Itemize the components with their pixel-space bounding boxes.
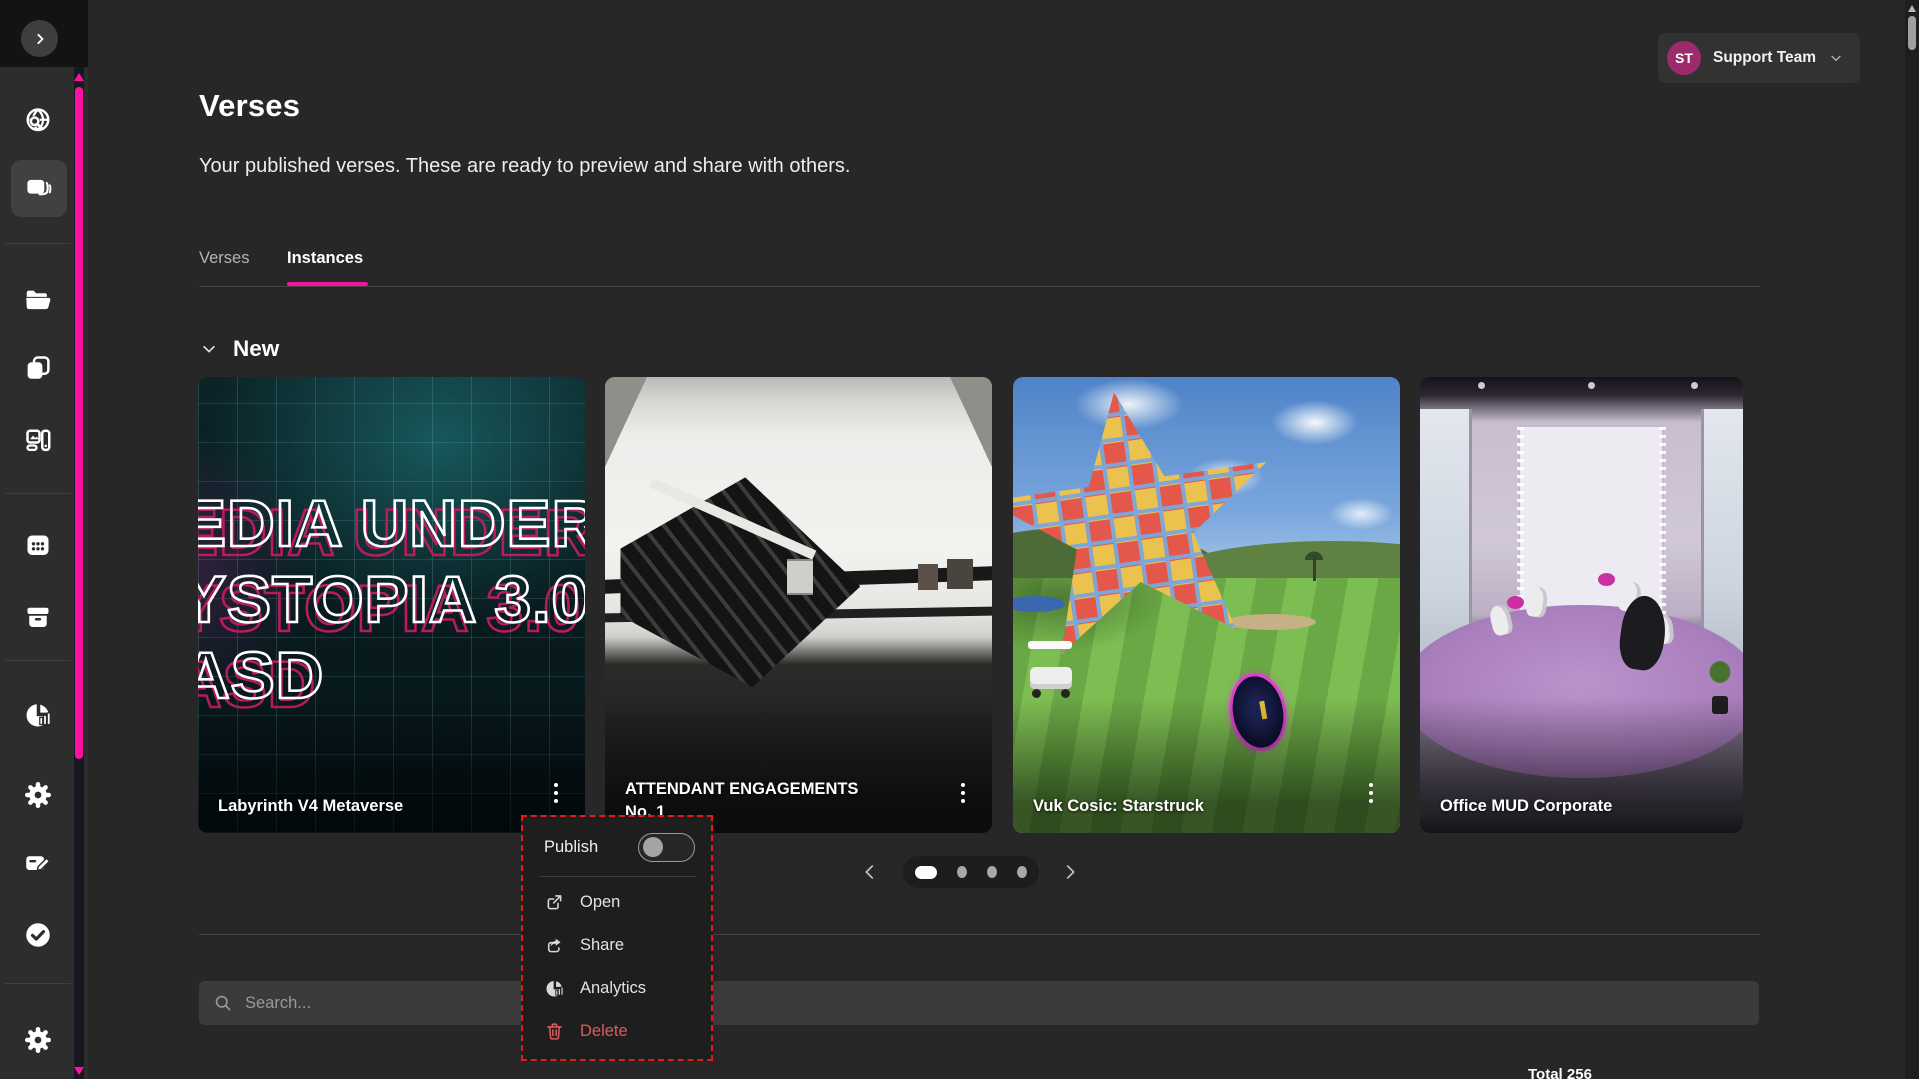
page-scrollbar-thumb[interactable] <box>1908 16 1916 50</box>
search-bar[interactable] <box>199 981 1759 1025</box>
scroll-down-arrow-icon[interactable] <box>74 1067 84 1075</box>
sidebar-item-tasks[interactable] <box>10 909 66 961</box>
sidebar-item-archive[interactable] <box>10 591 66 643</box>
gear-icon <box>23 1025 53 1055</box>
art-text-line: YSTOPIA 3.0 <box>198 561 585 637</box>
publish-label: Publish <box>544 838 598 857</box>
chevron-left-icon <box>859 861 881 883</box>
section-divider <box>199 934 1760 935</box>
share-icon <box>544 935 565 956</box>
calendar-dots-icon <box>23 530 53 560</box>
check-circle-icon <box>23 920 53 950</box>
toggle-knob <box>643 837 663 857</box>
context-menu-item-analytics[interactable]: Analytics <box>523 967 711 1010</box>
publish-toggle[interactable] <box>638 833 695 862</box>
sidebar-item-folder[interactable] <box>10 274 66 326</box>
card-context-menu: Publish Open Share <box>521 815 713 1061</box>
section-header-new[interactable]: New <box>200 336 279 362</box>
media-layout-icon <box>23 425 53 455</box>
context-menu-item-delete[interactable]: Delete <box>523 1010 711 1053</box>
sidebar-divider <box>5 493 71 494</box>
scroll-up-arrow-icon[interactable] <box>1908 5 1916 12</box>
card-kebab-menu-button[interactable] <box>547 783 565 809</box>
sidebar-scrollbar[interactable] <box>74 67 84 1079</box>
sidebar <box>0 0 88 1079</box>
scroll-up-arrow-icon[interactable] <box>74 73 84 81</box>
context-menu-divider <box>539 876 696 877</box>
sidebar-item-copies[interactable] <box>10 342 66 394</box>
sidebar-divider <box>5 660 71 661</box>
section-label: New <box>233 336 279 362</box>
page-dot-2[interactable] <box>957 866 967 878</box>
carousel-next-button[interactable] <box>1056 858 1084 886</box>
verse-card-starstruck[interactable]: Vuk Cosic: Starstruck <box>1013 377 1400 833</box>
sidebar-scrollbar-thumb[interactable] <box>75 87 83 759</box>
card-kebab-menu-button[interactable] <box>954 783 972 809</box>
card-title: Vuk Cosic: Starstruck <box>1033 795 1204 817</box>
sidebar-item-analytics[interactable] <box>10 689 66 741</box>
pie-chart-icon <box>23 700 53 730</box>
context-menu-publish-row: Publish <box>523 821 711 874</box>
sidebar-item-admin-settings[interactable] <box>10 1014 66 1066</box>
card-title: Office MUD Corporate <box>1440 795 1612 817</box>
archive-box-icon <box>23 602 53 632</box>
verse-card-labyrinth[interactable]: EDIA UNDER YSTOPIA 3.0 ASD Labyrinth V4 … <box>198 377 585 833</box>
account-menu-button[interactable]: ST Support Team <box>1658 33 1860 83</box>
avatar-initials: ST <box>1675 50 1693 66</box>
sidebar-item-card-edit[interactable] <box>10 837 66 889</box>
trash-icon <box>544 1021 565 1042</box>
sidebar-item-verses[interactable] <box>10 162 66 214</box>
sidebar-expand-button[interactable] <box>21 20 58 57</box>
avatar: ST <box>1667 41 1701 75</box>
card-edit-icon <box>23 848 53 878</box>
gear-icon <box>23 780 53 810</box>
page-subtitle: Your published verses. These are ready t… <box>199 155 850 178</box>
page-dot-3[interactable] <box>987 866 997 878</box>
context-menu-item-open[interactable]: Open <box>523 881 711 924</box>
carousel-prev-button[interactable] <box>856 858 884 886</box>
tab-instances[interactable]: Instances <box>287 249 363 268</box>
tab-verses[interactable]: Verses <box>199 249 249 268</box>
copies-icon <box>23 353 53 383</box>
context-menu-item-share[interactable]: Share <box>523 924 711 967</box>
verse-card-attendant[interactable]: ATTENDANT ENGAGEMENTS No. 1 <box>605 377 992 833</box>
sidebar-divider <box>5 243 71 244</box>
sidebar-item-discover[interactable] <box>10 95 66 147</box>
globe-search-icon <box>23 106 53 136</box>
carousel-page-dots <box>903 856 1039 888</box>
chevron-down-icon <box>200 340 218 358</box>
chevron-right-icon <box>30 29 50 49</box>
menu-item-label: Share <box>580 936 624 955</box>
external-link-icon <box>544 892 565 913</box>
verse-card-office-mud[interactable]: Office MUD Corporate <box>1420 377 1743 833</box>
search-input[interactable] <box>245 994 1745 1013</box>
search-icon <box>213 993 233 1013</box>
chevron-right-icon <box>1059 861 1081 883</box>
total-count-label: Total 256 <box>1528 1066 1592 1079</box>
layers-icon <box>23 173 53 203</box>
page-title: Verses <box>199 88 300 124</box>
menu-item-label: Analytics <box>580 979 646 998</box>
art-text-line: EDIA UNDER <box>198 485 585 561</box>
sidebar-item-calendar[interactable] <box>10 519 66 571</box>
page-scrollbar[interactable] <box>1905 0 1919 1079</box>
page-dot-4[interactable] <box>1017 866 1027 878</box>
account-name: Support Team <box>1713 49 1816 67</box>
menu-item-label: Open <box>580 893 620 912</box>
card-title: Labyrinth V4 Metaverse <box>218 795 403 817</box>
page-dot-1[interactable] <box>915 866 937 879</box>
menu-item-label: Delete <box>580 1022 628 1041</box>
sidebar-divider <box>5 983 71 984</box>
folder-open-icon <box>23 285 53 315</box>
sidebar-item-media[interactable] <box>10 414 66 466</box>
pie-chart-icon <box>544 978 565 999</box>
chevron-down-icon <box>1828 50 1844 66</box>
sidebar-item-settings[interactable] <box>10 769 66 821</box>
card-kebab-menu-button[interactable] <box>1362 783 1380 809</box>
tabs-divider <box>199 286 1760 287</box>
